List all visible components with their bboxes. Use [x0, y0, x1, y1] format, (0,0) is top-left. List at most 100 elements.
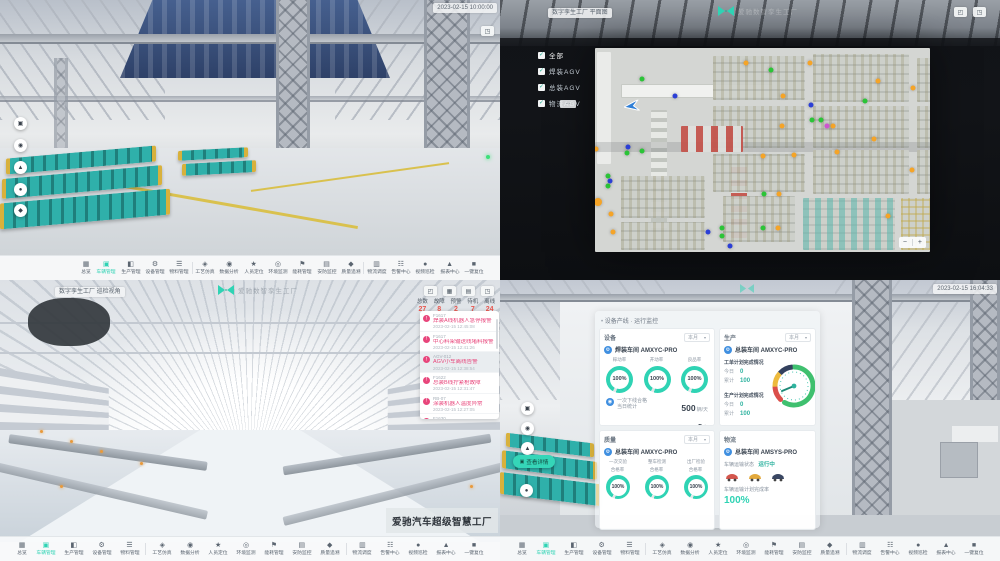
toolbar-item-告警中心[interactable]: ☷告警中心 — [878, 542, 902, 556]
map-dot-g[interactable] — [761, 192, 766, 197]
map-dot-o[interactable] — [595, 198, 602, 206]
map-dot-g[interactable] — [760, 225, 765, 230]
toolbar-item-质量追溯[interactable]: ◆质量追溯 — [339, 261, 363, 275]
map-dot-o[interactable] — [808, 61, 813, 66]
map-dot-b[interactable] — [673, 93, 678, 98]
toolbar-item-质量追溯[interactable]: ◆质量追溯 — [318, 542, 342, 556]
header-button[interactable]: ◰ — [424, 286, 437, 296]
header-button[interactable]: ▤ — [462, 286, 475, 296]
toolbar-item-报表中心[interactable]: ▲报表中心 — [438, 261, 462, 275]
toolbar-item-生产管理[interactable]: ◧生产管理 — [562, 542, 586, 556]
period-dropdown[interactable]: 本月 — [684, 435, 710, 444]
toolbar-item-环境监测[interactable]: ◎环境监测 — [234, 542, 258, 556]
toolbar-item-总览[interactable]: ▦总览 — [514, 542, 530, 556]
toolbar-item-环境监测[interactable]: ◎环境监测 — [734, 542, 758, 556]
toolbar-item-物流调度[interactable]: ▥物流调度 — [850, 542, 874, 556]
scene-marker[interactable]: ● — [14, 183, 27, 196]
toolbar-item-设备管理[interactable]: ⚙设备管理 — [143, 261, 167, 275]
period-dropdown[interactable]: 本月 — [785, 333, 811, 342]
viewer-position-arrow[interactable] — [623, 99, 640, 112]
map-dot-g[interactable] — [863, 99, 868, 104]
map-dot-o[interactable] — [910, 85, 915, 90]
toolbar-item-报表中心[interactable]: ▲报表中心 — [434, 542, 458, 556]
toolbar-item-生产管理[interactable]: ◧生产管理 — [62, 542, 86, 556]
toolbar-item-数据分析[interactable]: ◉数据分析 — [678, 542, 702, 556]
alarm-item[interactable]: !F1617中心料架输送线堵料报警2023-02-15 12:41:26 — [420, 332, 499, 353]
toolbar-item-质量追溯[interactable]: ◆质量追溯 — [818, 542, 842, 556]
map-dot-b[interactable] — [608, 179, 613, 184]
toolbar-item-视频巡检[interactable]: ●视频巡检 — [406, 542, 430, 556]
toolbar-item-环境监测[interactable]: ◎环境监测 — [266, 261, 290, 275]
map-dot-g[interactable] — [719, 225, 724, 230]
toolbar-item-报表中心[interactable]: ▲报表中心 — [934, 542, 958, 556]
zoom-out-button[interactable]: − — [903, 239, 907, 246]
scene-marker[interactable]: ▲ — [521, 442, 534, 455]
toolbar-item-物料管理[interactable]: ☰物料管理 — [118, 542, 142, 556]
map-dot-o[interactable] — [834, 150, 839, 155]
map-dot-b[interactable] — [809, 102, 814, 107]
toolbar-item-人员定位[interactable]: ★人员定位 — [242, 261, 266, 275]
zoom-in-button[interactable]: + — [918, 239, 922, 246]
map-dot-o[interactable] — [779, 123, 784, 128]
toolbar-item-数据分析[interactable]: ◉数据分析 — [178, 542, 202, 556]
map-dot-o[interactable] — [780, 93, 785, 98]
toolbar-item-总览[interactable]: ▦总览 — [14, 542, 30, 556]
map-dot-b[interactable] — [626, 144, 631, 149]
map-dot-b[interactable] — [728, 244, 733, 249]
scene-marker[interactable]: ▣ — [14, 117, 27, 130]
toolbar-item-视频巡检[interactable]: ●视频巡检 — [413, 261, 437, 275]
toolbar-item-能耗管理[interactable]: ⚑能耗管理 — [262, 542, 286, 556]
toolbar-item-人员定位[interactable]: ★人员定位 — [706, 542, 730, 556]
map-dot-g[interactable] — [810, 118, 815, 123]
map-dot-b[interactable] — [705, 230, 710, 235]
map-dot-o[interactable] — [609, 212, 614, 217]
toolbar-item-总览[interactable]: ▦总览 — [78, 261, 94, 275]
alarm-item[interactable]: !RB-07涂装机器人温度异常2023-02-15 12:27:05 — [420, 394, 499, 415]
scene-marker[interactable]: ▣ — [521, 402, 534, 415]
map-dot-g[interactable] — [606, 183, 611, 188]
toolbar-item-告警中心[interactable]: ☷告警中心 — [378, 542, 402, 556]
map-dot-o[interactable] — [775, 225, 780, 230]
toolbar-item-车辆管理[interactable]: ▣车辆管理 — [534, 542, 558, 556]
map-dot-g[interactable] — [768, 68, 773, 73]
map-dot-o[interactable] — [909, 167, 914, 172]
map-dot-o[interactable] — [886, 214, 891, 219]
toolbar-item-工艺仿真[interactable]: ◈工艺仿真 — [650, 542, 674, 556]
scene-marker[interactable]: ● — [520, 484, 533, 497]
layer-toggle-焊装AGV[interactable]: ✓焊装AGV — [538, 66, 581, 76]
map-dot-g[interactable] — [819, 118, 824, 123]
alarm-item[interactable]: !F1617焊装A线机器人急停报警2023-02-15 12:45:08 — [420, 311, 499, 332]
toolbar-item-设备管理[interactable]: ⚙设备管理 — [90, 542, 114, 556]
header-button[interactable]: ◳ — [481, 286, 494, 296]
layers-more-button[interactable]: ⋯ — [560, 100, 576, 108]
toolbar-item-物料管理[interactable]: ☰物料管理 — [167, 261, 191, 275]
view-details-button[interactable]: ▣ 查看详情 — [513, 455, 555, 468]
toolbar-item-安防监控[interactable]: ▤安防监控 — [290, 542, 314, 556]
scene-marker[interactable]: ◆ — [14, 204, 27, 217]
toolbar-item-物流调度[interactable]: ▥物流调度 — [365, 261, 389, 275]
layer-toggle-总装AGV[interactable]: ✓总装AGV — [538, 82, 581, 92]
toolbar-item-安防监控[interactable]: ▤安防监控 — [790, 542, 814, 556]
period-dropdown[interactable]: 本月 — [684, 333, 710, 342]
toolbar-item-视频巡检[interactable]: ●视频巡检 — [906, 542, 930, 556]
toolbar-item-告警中心[interactable]: ☷告警中心 — [389, 261, 413, 275]
scene-marker[interactable]: ◉ — [14, 139, 27, 152]
scene-marker[interactable]: ▲ — [14, 161, 27, 174]
map-dot-o[interactable] — [760, 153, 765, 158]
map-dot-m[interactable] — [825, 123, 830, 128]
toolbar-item-车辆管理[interactable]: ▣车辆管理 — [94, 261, 118, 275]
header-button[interactable]: ◰ — [954, 7, 967, 17]
toolbar-item-工艺仿真[interactable]: ◈工艺仿真 — [150, 542, 174, 556]
map-dot-g[interactable] — [719, 234, 724, 239]
map-dot-g[interactable] — [639, 77, 644, 82]
alarm-item[interactable]: !F1630空压机组压力超限报警2023-02-15 12:20:33 — [420, 414, 499, 419]
map-dot-o[interactable] — [744, 61, 749, 66]
alarm-item[interactable]: !F1622总装B线拧紧枪故障2023-02-15 12:31:47 — [420, 373, 499, 394]
toolbar-item-能耗管理[interactable]: ⚑能耗管理 — [290, 261, 314, 275]
toolbar-item-一键复位[interactable]: ■一键复位 — [462, 261, 486, 275]
map-dot-o[interactable] — [791, 153, 796, 158]
map-dot-g[interactable] — [625, 151, 630, 156]
scene-marker[interactable]: ◉ — [521, 422, 534, 435]
map-dot-o[interactable] — [776, 192, 781, 197]
map-dot-o[interactable] — [611, 230, 616, 235]
